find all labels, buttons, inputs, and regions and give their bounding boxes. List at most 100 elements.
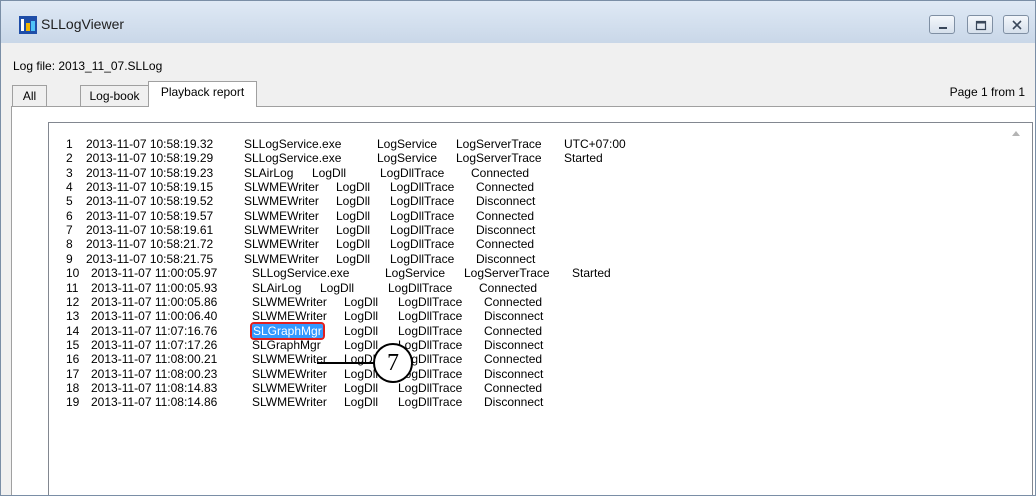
log-file-label: Log file: 2013_11_07.SLLog: [13, 59, 163, 73]
log-cell-msg: Connected: [484, 352, 543, 367]
log-cell-mod: LogDll: [336, 194, 371, 209]
log-cell-trace: LogDllTrace: [398, 294, 463, 309]
window-title: SLLogViewer: [41, 16, 125, 32]
log-cell-src: SLWMEWriter: [252, 395, 327, 410]
log-cell-time: 2013-11-07 11:00:05.97: [91, 266, 218, 281]
log-cell-n: 16: [66, 352, 80, 367]
log-cell-trace: LogDllTrace: [390, 223, 455, 238]
log-cell-time: 2013-11-07 10:58:19.57: [86, 208, 214, 223]
log-cell-msg: Connected: [484, 294, 543, 309]
log-cell-n: 6: [66, 208, 73, 223]
log-cell-trace: LogDllTrace: [388, 280, 453, 295]
log-cell-time: 2013-11-07 11:07:17.26: [91, 337, 218, 352]
log-cell-src: SLLogService.exe: [244, 137, 342, 151]
log-cell-trace: LogDllTrace: [398, 323, 463, 338]
log-cell-time: 2013-11-07 10:58:19.29: [86, 151, 214, 166]
log-cell-msg: Disconnect: [484, 395, 544, 410]
log-cell-n: 14: [66, 323, 80, 338]
log-cell-n: 4: [66, 180, 73, 195]
log-cell-n: 8: [66, 237, 73, 252]
log-cell-trace: LogDllTrace: [380, 165, 445, 180]
log-cell-src: SLLogService.exe: [244, 151, 342, 166]
log-cell-time: 2013-11-07 11:08:14.86: [91, 395, 218, 410]
log-cell-mod: LogService: [377, 137, 438, 151]
log-cell-trace: LogDllTrace: [390, 251, 455, 266]
close-icon: [1012, 20, 1022, 30]
log-cell-n: 13: [66, 309, 80, 324]
log-cell-trace: LogDllTrace: [390, 194, 455, 209]
log-cell-n: 9: [66, 251, 73, 266]
log-cell-mod: LogService: [385, 266, 446, 281]
log-cell-n: 3: [66, 165, 73, 180]
log-cell-src: SLWMEWriter: [244, 223, 319, 238]
tab-log-book[interactable]: Log-book: [80, 85, 149, 106]
log-cell-mod: LogDll: [336, 180, 371, 195]
log-cell-trace: LogDllTrace: [398, 395, 463, 410]
tab-panel: 1 2013-11-07 10:58:19.32 SLLogService.exe L…: [11, 106, 1035, 495]
log-cell-src: SLWMEWriter: [244, 208, 319, 223]
log-cell-time: 2013-11-07 11:00:05.86: [91, 294, 218, 309]
log-cell-time: 2013-11-07 10:58:19.61: [86, 223, 214, 238]
log-cell-msg: Disconnect: [484, 309, 544, 324]
log-cell-n: 10: [66, 266, 80, 281]
minimize-icon: [939, 27, 947, 29]
log-cell-n: 5: [66, 194, 73, 209]
log-cell-time: 2013-11-07 10:58:19.52: [86, 194, 214, 209]
log-cell-n: 2: [66, 151, 73, 166]
maximize-button[interactable]: [967, 15, 993, 34]
log-cell-n: 12: [66, 294, 80, 309]
log-cell-src: SLWMEWriter: [252, 366, 327, 381]
log-cell-msg: Connected: [484, 323, 543, 338]
close-button[interactable]: [1003, 15, 1029, 34]
log-cell-msg: Disconnect: [484, 337, 544, 352]
log-cell-src: SLWMEWriter: [252, 309, 327, 324]
log-cell-src: SLAirLog: [252, 280, 302, 295]
log-cell-n: 19: [66, 395, 80, 410]
log-cell-trace: LogServerTrace: [464, 266, 550, 281]
scroll-up-icon[interactable]: [1012, 131, 1020, 136]
log-cell-mod: LogDll: [344, 309, 379, 324]
log-cell-src: SLGraphMgr: [250, 321, 325, 340]
log-cell-msg: Connected: [476, 237, 535, 252]
log-cell-mod: LogService: [377, 151, 438, 166]
log-cell-src: SLLogService.exe: [252, 266, 350, 281]
log-cell-msg: Connected: [471, 165, 530, 180]
log-cell-src: SLWMEWriter: [252, 352, 327, 367]
log-cell-mod: LogDll: [344, 323, 379, 338]
log-cell-msg: Disconnect: [484, 366, 544, 381]
log-cell-time: 2013-11-07 11:08:00.21: [91, 352, 218, 367]
log-cell-time: 2013-11-07 10:58:21.72: [86, 237, 214, 252]
log-cell-trace: LogServerTrace: [456, 137, 542, 151]
log-cell-n: 7: [66, 223, 73, 238]
callout-marker: 7: [373, 343, 413, 383]
log-cell-trace: LogDllTrace: [390, 208, 455, 223]
log-cell-msg: Connected: [476, 180, 535, 195]
tab-playback-report[interactable]: Playback report: [148, 81, 257, 107]
log-cell-msg: Disconnect: [476, 223, 536, 238]
log-cell-mod: LogDll: [344, 395, 379, 410]
log-text-area[interactable]: 1 2013-11-07 10:58:19.32 SLLogService.exe L…: [48, 122, 1033, 495]
tab-all[interactable]: All: [12, 85, 47, 106]
log-cell-msg: UTC+07:00: [564, 137, 626, 151]
log-cell-msg: Connected: [476, 208, 535, 223]
minimize-button[interactable]: [929, 15, 955, 34]
log-cell-mod: LogDll: [344, 337, 379, 352]
log-cell-mod: LogDll: [312, 165, 347, 180]
log-cell-msg: Connected: [484, 380, 543, 395]
log-cell-n: 18: [66, 380, 80, 395]
log-cell-trace: LogDllTrace: [398, 309, 463, 324]
log-cell-n: 1: [66, 137, 73, 151]
log-cell-n: 17: [66, 366, 80, 381]
log-cell-src: SLWMEWriter: [244, 237, 319, 252]
title-bar[interactable]: SLLogViewer: [1, 1, 1035, 43]
log-cell-src: SLWMEWriter: [244, 194, 319, 209]
log-cell-mod: LogDll: [336, 208, 371, 223]
log-cell-msg: Started: [564, 151, 603, 166]
log-cell-src: SLAirLog: [244, 165, 294, 180]
log-cell-time: 2013-11-07 10:58:19.23: [86, 165, 214, 180]
log-cell-src: SLWMEWriter: [244, 180, 319, 195]
page-indicator: Page 1 from 1: [949, 85, 1025, 99]
log-cell-msg: Connected: [479, 280, 538, 295]
log-cell-time: 2013-11-07 11:00:05.93: [91, 280, 218, 295]
callout-leader-line: [317, 362, 374, 364]
